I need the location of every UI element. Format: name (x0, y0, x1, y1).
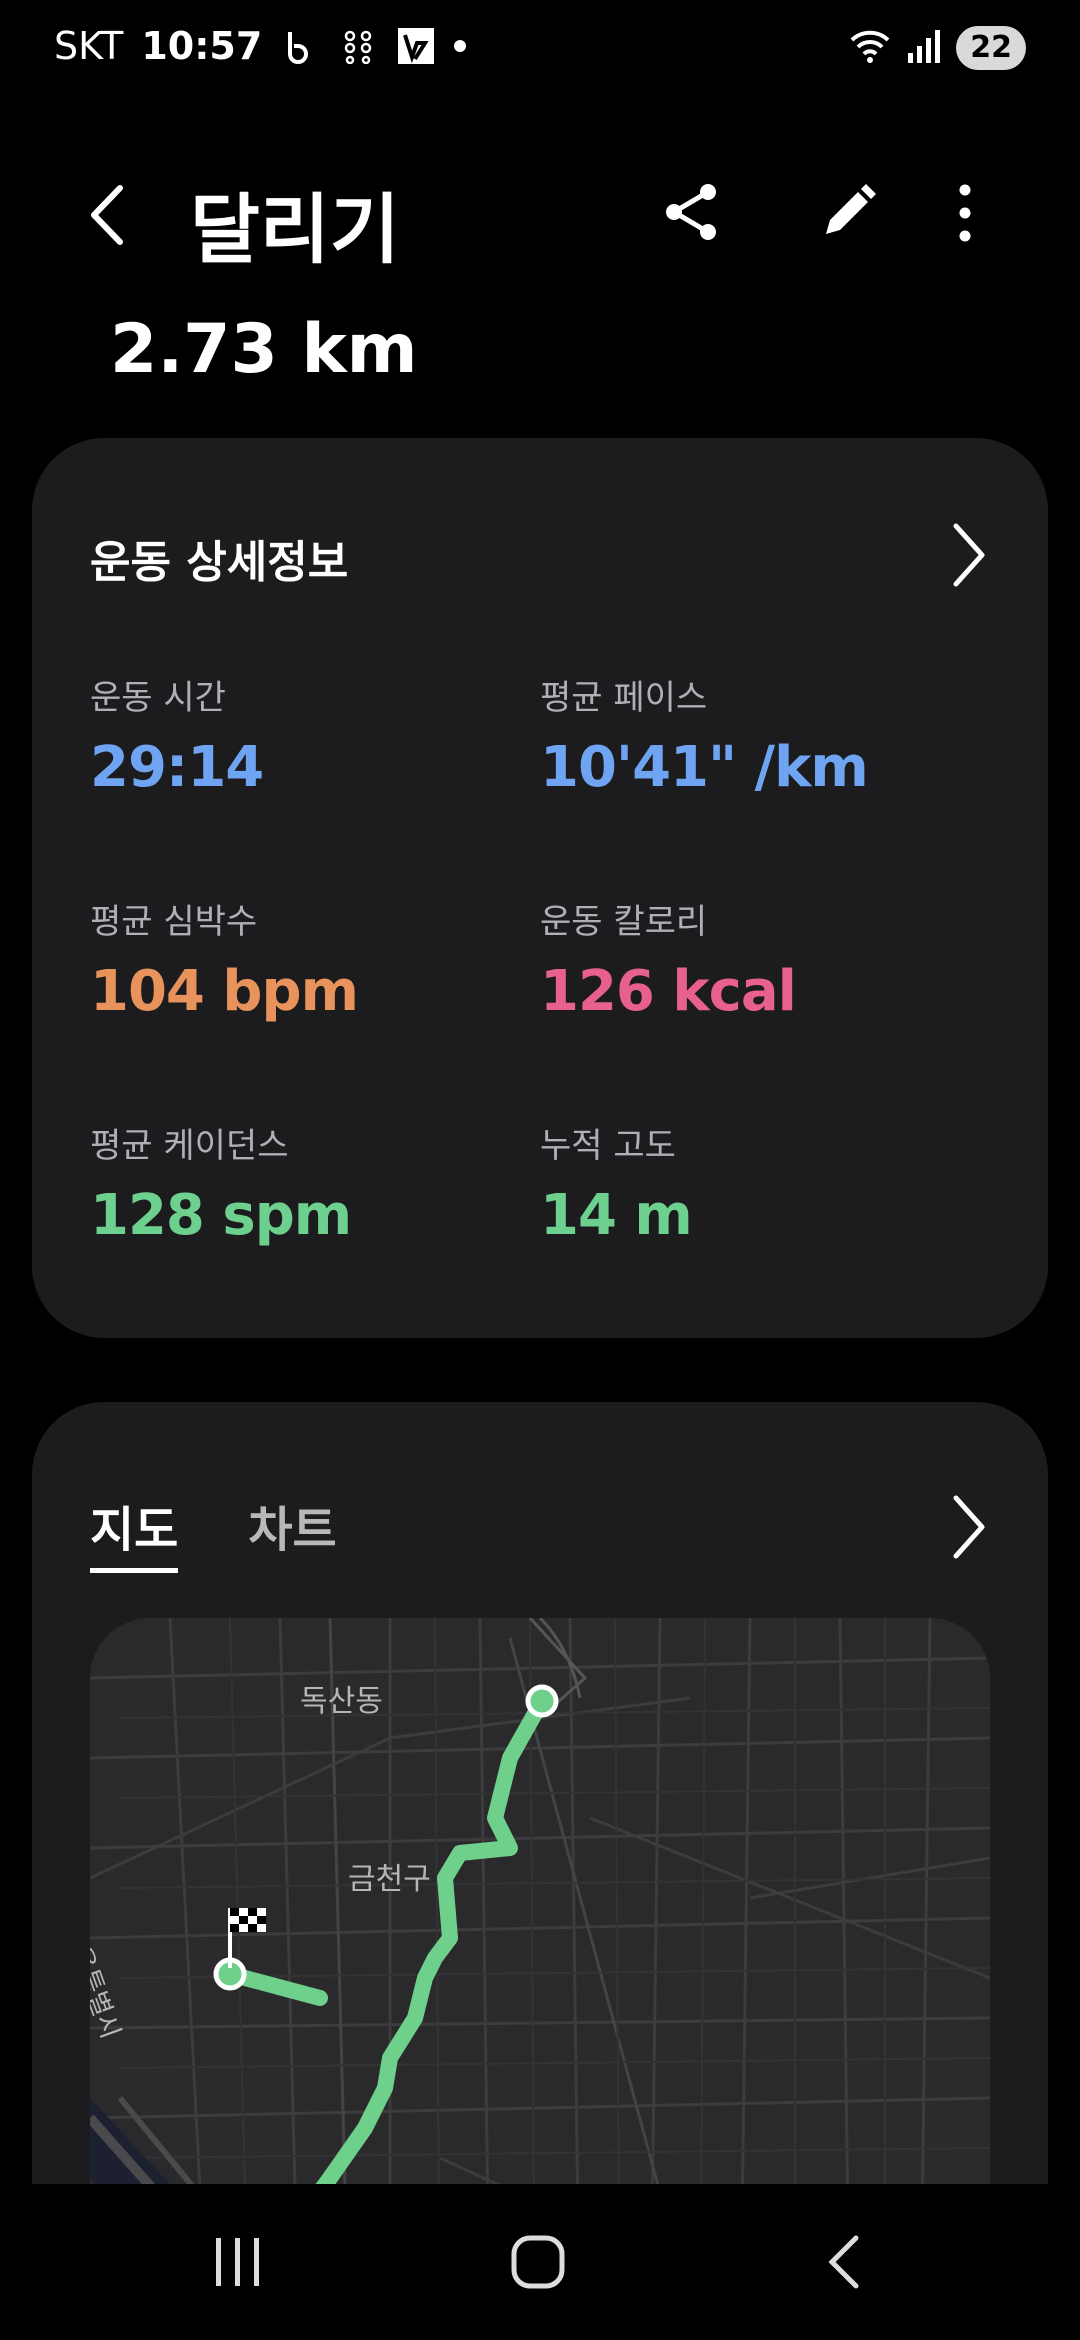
stat-value: 104 bpm (90, 959, 359, 1024)
stat-label: 누적 고도 (540, 1126, 676, 1166)
back-nav-button[interactable] (820, 2232, 870, 2296)
card-title: 운동 상세정보 (90, 537, 349, 588)
stat-average-pace: 평균 페이스 10'41" /km (540, 670, 869, 800)
back-button[interactable] (80, 180, 140, 250)
edit-button[interactable] (818, 182, 878, 242)
start-point-icon (525, 1684, 559, 1718)
stat-value: 128 spm (90, 1183, 352, 1248)
stat-workout-time: 운동 시간 29:14 (90, 670, 264, 800)
stat-label: 운동 칼로리 (540, 902, 708, 942)
more-options-button[interactable] (940, 178, 990, 248)
stat-average-heart-rate: 평균 심박수 104 bpm (90, 894, 359, 1024)
map-label-geumcheon-gu: 금천구 (348, 1862, 431, 1897)
tab-bar: 지도 차트 (90, 1490, 337, 1573)
notification-dot-icon (454, 40, 467, 52)
stat-label: 평균 심박수 (90, 902, 258, 942)
stat-label: 평균 케이던스 (90, 1126, 289, 1166)
total-distance: 2.73 km (110, 310, 418, 389)
page-title: 달리기 (190, 185, 400, 274)
app-bar: 달리기 (0, 150, 1080, 280)
stat-elevation-gain: 누적 고도 14 m (540, 1118, 693, 1248)
status-bar: SKT 10:57 22 (0, 0, 1080, 100)
dots-app-icon (338, 26, 378, 66)
wifi-icon (848, 28, 892, 68)
stat-average-cadence: 평균 케이던스 128 spm (90, 1118, 352, 1248)
share-button[interactable] (662, 182, 722, 242)
signal-icon (906, 29, 942, 67)
b-app-icon (280, 26, 320, 66)
stat-label: 운동 시간 (90, 678, 226, 718)
map-label-doksan-dong: 독산동 (300, 1684, 383, 1719)
route-line (292, 1693, 550, 2226)
bolt-app-icon (396, 26, 436, 66)
stat-value: 29:14 (90, 735, 264, 800)
recent-apps-button[interactable] (210, 2232, 266, 2296)
carrier: SKT (54, 24, 124, 68)
chevron-right-icon[interactable] (948, 1492, 988, 1562)
stat-label: 평균 페이스 (540, 678, 708, 718)
chevron-right-icon[interactable] (948, 520, 988, 590)
workout-details-card[interactable]: 운동 상세정보 운동 시간 29:14 평균 페이스 10'41" /km 평균… (32, 438, 1048, 1338)
stat-value: 126 kcal (540, 959, 797, 1024)
home-button[interactable] (508, 2232, 568, 2296)
battery-indicator: 22 (956, 26, 1026, 70)
stat-value: 10'41" /km (540, 735, 869, 800)
system-navigation-bar (0, 2184, 1080, 2340)
tab-chart[interactable]: 차트 (248, 1490, 336, 1573)
clock: 10:57 (141, 24, 263, 68)
stat-value: 14 m (540, 1183, 693, 1248)
map-chart-card: 지도 차트 독산동 금천구 서울특별시 (32, 1402, 1048, 2302)
stat-calories: 운동 칼로리 126 kcal (540, 894, 797, 1024)
tab-map[interactable]: 지도 (90, 1490, 179, 1573)
